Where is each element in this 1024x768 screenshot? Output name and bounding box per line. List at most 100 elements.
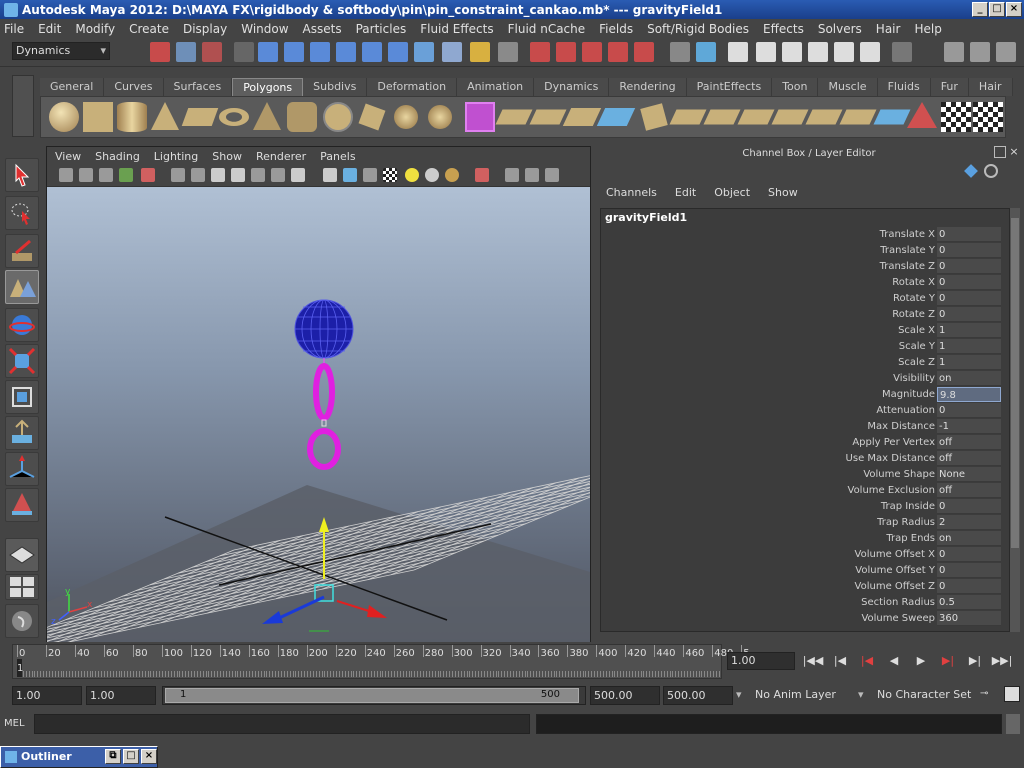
channel-name[interactable]: Visibility (635, 371, 935, 387)
menu-soft-rigid-bodies[interactable]: Soft/Rigid Bodies (647, 22, 749, 36)
tab-polygons[interactable]: Polygons (232, 78, 304, 96)
paint-select-tool-icon[interactable] (5, 234, 39, 268)
uv-checker-icon[interactable] (941, 102, 971, 132)
channel-row[interactable]: Magnitude 9.8 (601, 387, 1001, 403)
share-icon[interactable] (545, 168, 559, 182)
channel-value[interactable]: 0 (937, 243, 1001, 258)
snap-magnet-point-icon[interactable] (608, 42, 628, 62)
channel-name[interactable]: Trap Radius (635, 515, 935, 531)
cb-menu-channels[interactable]: Channels (606, 186, 657, 204)
viewport-menu-lighting[interactable]: Lighting (154, 150, 198, 163)
selected-object-name[interactable]: gravityField1 (605, 211, 687, 224)
channel-box-scrollbar[interactable] (1010, 208, 1020, 632)
channel-name[interactable]: Attenuation (635, 403, 935, 419)
poly-soccer-ball-icon[interactable] (323, 102, 353, 132)
make-live-icon[interactable] (362, 42, 382, 62)
minimize-button[interactable]: _ (972, 2, 988, 17)
rigid-sphere[interactable] (294, 299, 354, 359)
channel-value[interactable]: -1 (937, 419, 1001, 434)
channel-row[interactable]: Rotate Y0 (601, 291, 1001, 307)
magnet-icon[interactable] (530, 42, 550, 62)
channel-row[interactable]: Attenuation 0 (601, 403, 1001, 419)
character-set-dropdown-icon[interactable]: ▾ (858, 688, 864, 701)
viewport-menu-renderer[interactable]: Renderer (256, 150, 306, 163)
channel-name[interactable]: Trap Ends (635, 531, 935, 547)
outliner-close-button[interactable]: × (141, 749, 157, 764)
render-settings-icon[interactable] (756, 42, 776, 62)
animation-end-field[interactable]: 500.00 (663, 686, 733, 705)
time-slider[interactable]: 0 20 40 60 80 100 120 140 160 180 200 220 240 260 280 3… (12, 644, 750, 679)
hypershade-icon[interactable] (782, 42, 802, 62)
channel-name[interactable]: Volume Offset Y (635, 563, 935, 579)
channel-name[interactable]: Use Max Distance (635, 451, 935, 467)
step-back-key-button[interactable]: |◀ (827, 652, 853, 670)
tab-subdivs[interactable]: Subdivs (303, 78, 368, 96)
single-perspective-layout-icon[interactable] (5, 538, 39, 572)
channel-name[interactable]: Scale Z (635, 355, 935, 371)
image-plane-icon[interactable] (119, 168, 133, 182)
channel-value[interactable]: 0 (937, 259, 1001, 274)
play-forward-button[interactable]: ▶ (908, 652, 934, 670)
checker-icon[interactable] (383, 168, 397, 182)
reduce-icon[interactable] (596, 108, 636, 126)
all-lights-icon[interactable] (343, 168, 357, 182)
ambient-occlusion-icon[interactable] (425, 168, 439, 182)
xray-active-icon[interactable] (525, 168, 539, 182)
menu-fluid-effects[interactable]: Fluid Effects (420, 22, 493, 36)
channel-name[interactable]: Section Radius (635, 595, 935, 611)
move-tool-icon[interactable] (5, 270, 39, 304)
select-by-hierarchy-icon[interactable] (150, 42, 170, 62)
channel-name[interactable]: Max Distance (635, 419, 935, 435)
cb-menu-show[interactable]: Show (768, 186, 798, 204)
film-gate-icon[interactable] (191, 168, 205, 182)
sculpt-icon[interactable] (907, 102, 937, 128)
menu-effects[interactable]: Effects (763, 22, 804, 36)
render-view-icon[interactable] (696, 42, 716, 62)
combine-icon[interactable] (358, 103, 386, 131)
tab-rendering[interactable]: Rendering (609, 78, 687, 96)
close-panel-icon[interactable]: × (1008, 146, 1020, 158)
lasso-tool-icon[interactable] (5, 196, 39, 230)
show-manipulator-icon[interactable] (5, 380, 39, 414)
channel-row[interactable]: Volume Sweep 360 (601, 611, 1001, 627)
extract-icon[interactable] (495, 109, 533, 125)
light-bulb-icon[interactable] (405, 168, 419, 182)
channel-row[interactable]: Translate X0 (601, 227, 1001, 243)
float-panel-icon[interactable] (994, 146, 1006, 158)
channel-row[interactable]: Trap Ends on (601, 531, 1001, 547)
menu-hair[interactable]: Hair (876, 22, 901, 36)
poly-sphere-icon[interactable] (49, 102, 79, 132)
select-tool-icon[interactable] (5, 158, 39, 192)
step-forward-key-button[interactable]: ▶| (962, 652, 988, 670)
channel-row[interactable]: Trap Radius 2 (601, 515, 1001, 531)
channel-name[interactable]: Volume Sweep (635, 611, 935, 627)
lock-icon[interactable] (470, 42, 490, 62)
menu-create[interactable]: Create (129, 22, 169, 36)
offset-edge-loop-icon[interactable] (805, 109, 843, 125)
split-polygon-icon[interactable] (737, 109, 775, 125)
channel-value[interactable]: 0 (937, 563, 1001, 578)
menu-help[interactable]: Help (914, 22, 941, 36)
append-polygon-icon[interactable] (703, 109, 741, 125)
tool-settings-tab-icon[interactable] (1004, 164, 1018, 178)
viewport-menu-view[interactable]: View (55, 150, 81, 163)
channel-value[interactable]: None (937, 467, 1001, 482)
channel-value[interactable]: off (937, 483, 1001, 498)
script-editor-icon[interactable] (1006, 714, 1020, 734)
channel-row[interactable]: Volume Offset Y0 (601, 563, 1001, 579)
four-view-layout-icon[interactable] (5, 574, 39, 600)
channel-name[interactable]: Translate Y (635, 243, 935, 259)
viewport-menu-shading[interactable]: Shading (95, 150, 140, 163)
wireframe-icon[interactable] (211, 168, 225, 182)
channel-value[interactable]: 0 (937, 499, 1001, 514)
channel-value[interactable]: 0 (937, 579, 1001, 594)
viewport-menu-show[interactable]: Show (212, 150, 242, 163)
mel-label[interactable]: MEL (4, 715, 32, 733)
xray-joints-icon[interactable] (505, 168, 519, 182)
perspective-viewport[interactable]: View Shading Lighting Show Renderer Pane… (0, 146, 695, 657)
snap-view-plane-icon[interactable] (336, 42, 356, 62)
channel-value[interactable]: on (937, 371, 1001, 386)
channel-name[interactable]: Translate Z (635, 259, 935, 275)
anim-layer-dropdown[interactable]: No Anim Layer (752, 686, 870, 705)
channel-name[interactable]: Volume Offset Z (635, 579, 935, 595)
